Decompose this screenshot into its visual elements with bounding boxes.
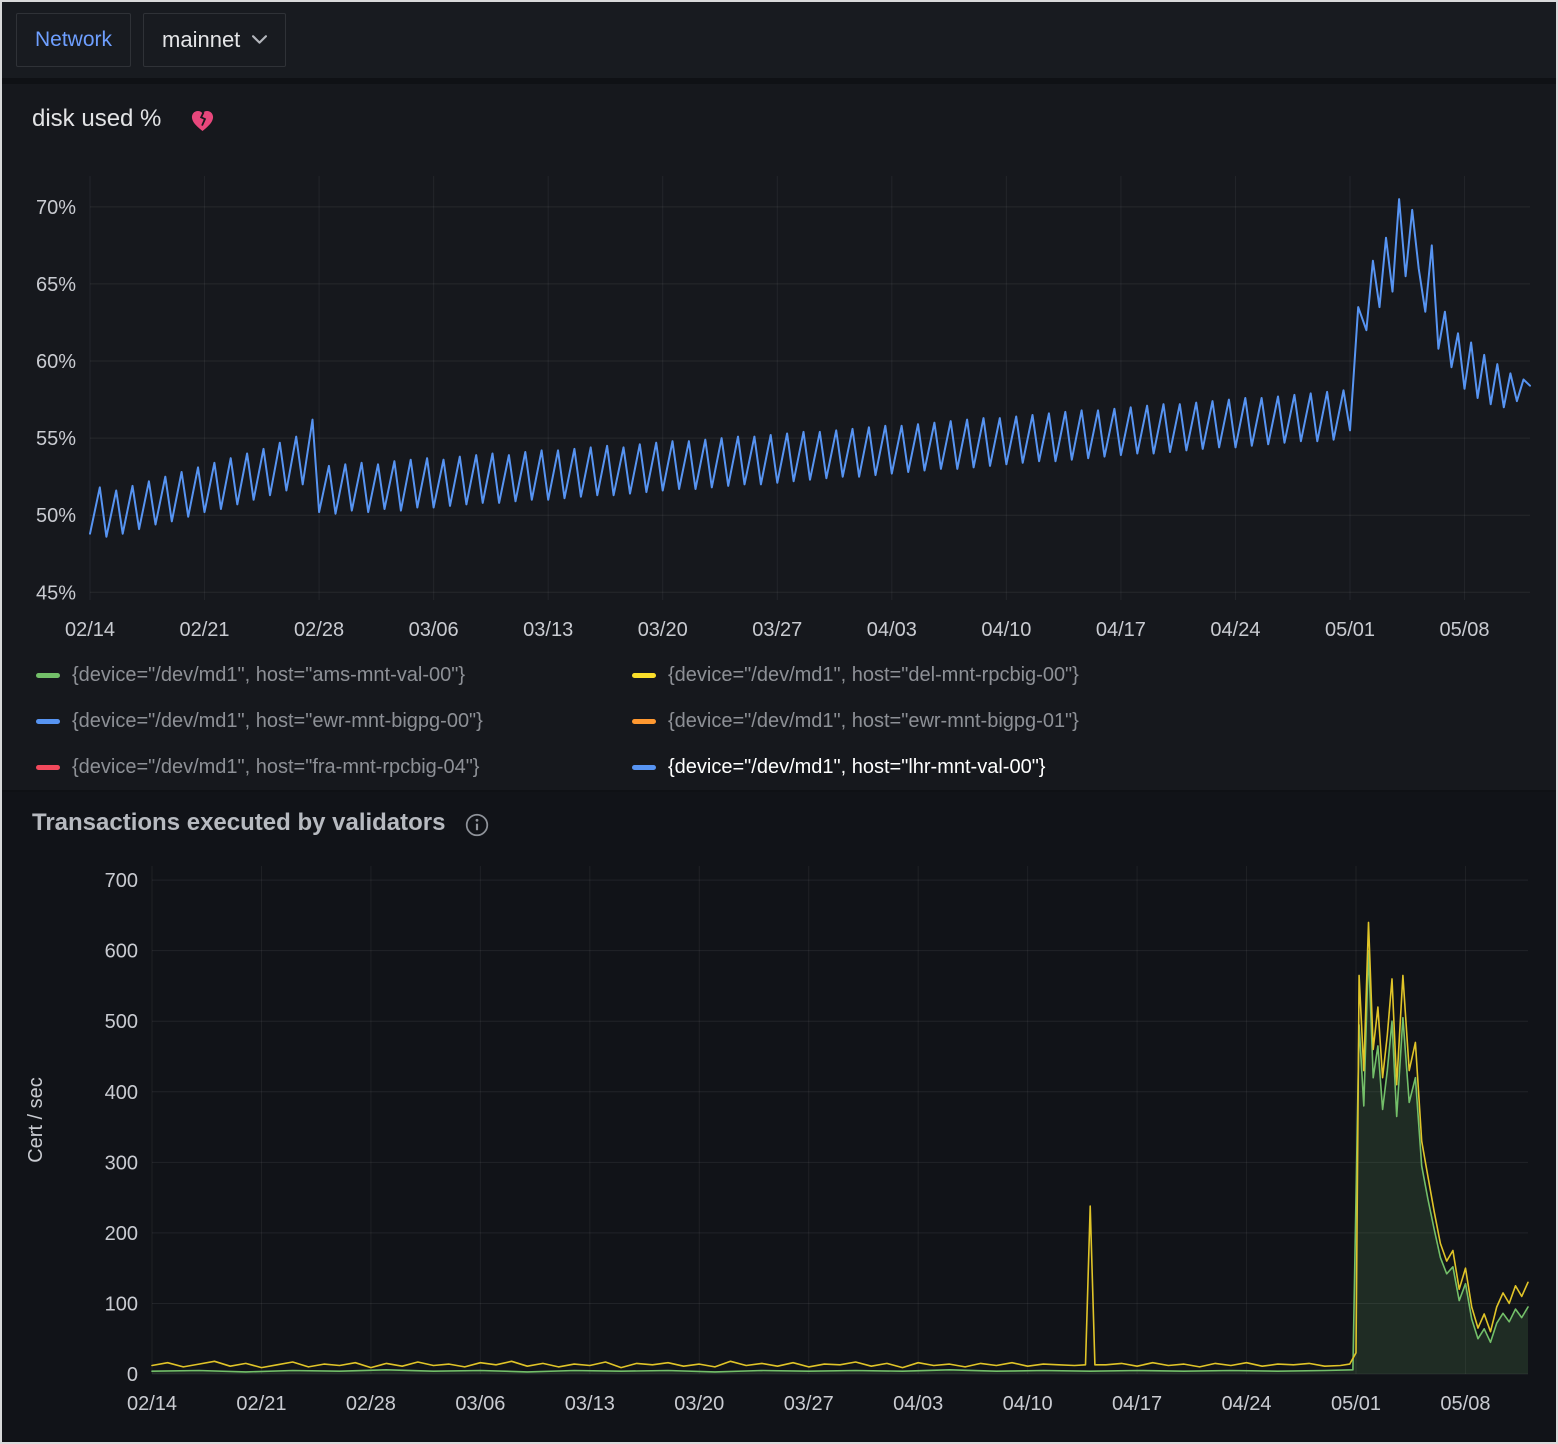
svg-text:60%: 60% [36, 351, 76, 373]
svg-text:70%: 70% [36, 197, 76, 219]
svg-text:50%: 50% [36, 505, 76, 527]
svg-text:02/14: 02/14 [65, 619, 115, 641]
svg-text:400: 400 [105, 1082, 138, 1104]
legend-item[interactable]: {device="/dev/md1", host="lhr-mnt-val-00… [632, 744, 1556, 790]
svg-text:04/17: 04/17 [1096, 619, 1146, 641]
legend-item[interactable]: {device="/dev/md1", host="ams-mnt-val-00… [36, 652, 632, 698]
transactions-chart[interactable]: 0 100 200 300 400 500 600 700 02/14 02/21 02/28 03/… [2, 840, 1556, 1430]
svg-text:02/14: 02/14 [127, 1393, 177, 1415]
legend-color-swatch [632, 719, 656, 724]
svg-text:200: 200 [105, 1223, 138, 1245]
chevron-down-icon [252, 35, 267, 45]
grafana-dashboard: Network mainnet disk used % 45% 50% 55% 60%… [0, 0, 1558, 1444]
legend-color-swatch [36, 719, 60, 724]
svg-text:03/20: 03/20 [674, 1393, 724, 1415]
legend-color-swatch [36, 765, 60, 770]
svg-text:04/03: 04/03 [867, 619, 917, 641]
legend-item[interactable]: {device="/dev/md1", host="fra-mnt-rpcbig… [36, 744, 632, 790]
legend-label: {device="/dev/md1", host="lhr-mnt-val-00… [668, 756, 1045, 779]
svg-text:300: 300 [105, 1152, 138, 1174]
svg-text:700: 700 [105, 870, 138, 892]
dashboard-variables-bar: Network mainnet [2, 2, 1556, 78]
disk-used-panel: disk used % 45% 50% 55% 60% 65% 70% 02/14 02/21… [2, 84, 1556, 790]
svg-text:05/01: 05/01 [1331, 1393, 1381, 1415]
svg-text:Cert / sec: Cert / sec [25, 1077, 47, 1163]
svg-text:0: 0 [127, 1364, 138, 1386]
network-variable-label-text: Network [35, 28, 112, 52]
svg-text:04/10: 04/10 [981, 619, 1031, 641]
legend-item[interactable]: {device="/dev/md1", host="ewr-mnt-bigpg-… [632, 698, 1556, 744]
svg-text:02/21: 02/21 [236, 1393, 286, 1415]
svg-text:04/24: 04/24 [1210, 619, 1260, 641]
svg-text:500: 500 [105, 1011, 138, 1033]
legend-label: {device="/dev/md1", host="ewr-mnt-bigpg-… [72, 710, 483, 733]
legend-label: {device="/dev/md1", host="del-mnt-rpcbig… [668, 664, 1079, 687]
svg-text:55%: 55% [36, 428, 76, 450]
disk-used-legend: {device="/dev/md1", host="ams-mnt-val-00… [2, 648, 1556, 790]
legend-label: {device="/dev/md1", host="ewr-mnt-bigpg-… [668, 710, 1079, 733]
svg-text:02/21: 02/21 [180, 619, 230, 641]
alert-broken-heart-icon[interactable] [189, 107, 216, 134]
svg-text:04/10: 04/10 [1003, 1393, 1053, 1415]
legend-item[interactable]: {device="/dev/md1", host="ewr-mnt-bigpg-… [36, 698, 632, 744]
transactions-panel-title[interactable]: Transactions executed by validators [32, 809, 446, 837]
legend-color-swatch [632, 673, 656, 678]
legend-label: {device="/dev/md1", host="fra-mnt-rpcbig… [72, 756, 480, 779]
transactions-panel-header: Transactions executed by validators [2, 792, 1556, 840]
svg-text:05/08: 05/08 [1440, 1393, 1490, 1415]
transactions-panel: Transactions executed by validators 0 100… [2, 792, 1556, 1440]
svg-text:04/17: 04/17 [1112, 1393, 1162, 1415]
svg-text:03/06: 03/06 [455, 1393, 505, 1415]
svg-text:03/13: 03/13 [565, 1393, 615, 1415]
svg-text:05/01: 05/01 [1325, 619, 1375, 641]
info-icon[interactable] [464, 812, 490, 838]
svg-text:02/28: 02/28 [294, 619, 344, 641]
svg-text:05/08: 05/08 [1440, 619, 1490, 641]
svg-text:65%: 65% [36, 274, 76, 296]
svg-text:100: 100 [105, 1293, 138, 1315]
legend-color-swatch [632, 765, 656, 770]
svg-text:03/27: 03/27 [752, 619, 802, 641]
svg-text:03/20: 03/20 [638, 619, 688, 641]
network-variable-value: mainnet [162, 27, 240, 53]
svg-text:600: 600 [105, 941, 138, 963]
disk-used-panel-title[interactable]: disk used % [32, 105, 161, 133]
svg-text:04/03: 04/03 [893, 1393, 943, 1415]
legend-label: {device="/dev/md1", host="ams-mnt-val-00… [72, 664, 465, 687]
svg-text:03/27: 03/27 [784, 1393, 834, 1415]
svg-text:45%: 45% [36, 582, 76, 604]
legend-color-swatch [36, 673, 60, 678]
svg-text:02/28: 02/28 [346, 1393, 396, 1415]
disk-used-panel-header: disk used % [2, 84, 1556, 136]
chart-svg: 0 100 200 300 400 500 600 700 02/14 02/21 02/28 03/… [2, 840, 1556, 1430]
svg-text:03/06: 03/06 [409, 619, 459, 641]
chart-svg: 45% 50% 55% 60% 65% 70% 02/14 02/21 02/28 03/06 03… [2, 140, 1556, 648]
network-variable-dropdown[interactable]: mainnet [143, 13, 286, 67]
legend-item[interactable]: {device="/dev/md1", host="del-mnt-rpcbig… [632, 652, 1556, 698]
disk-used-chart[interactable]: 45% 50% 55% 60% 65% 70% 02/14 02/21 02/28 03/06 03… [2, 140, 1556, 648]
svg-text:04/24: 04/24 [1222, 1393, 1272, 1415]
network-variable-label: Network [16, 13, 131, 67]
svg-text:03/13: 03/13 [523, 619, 573, 641]
